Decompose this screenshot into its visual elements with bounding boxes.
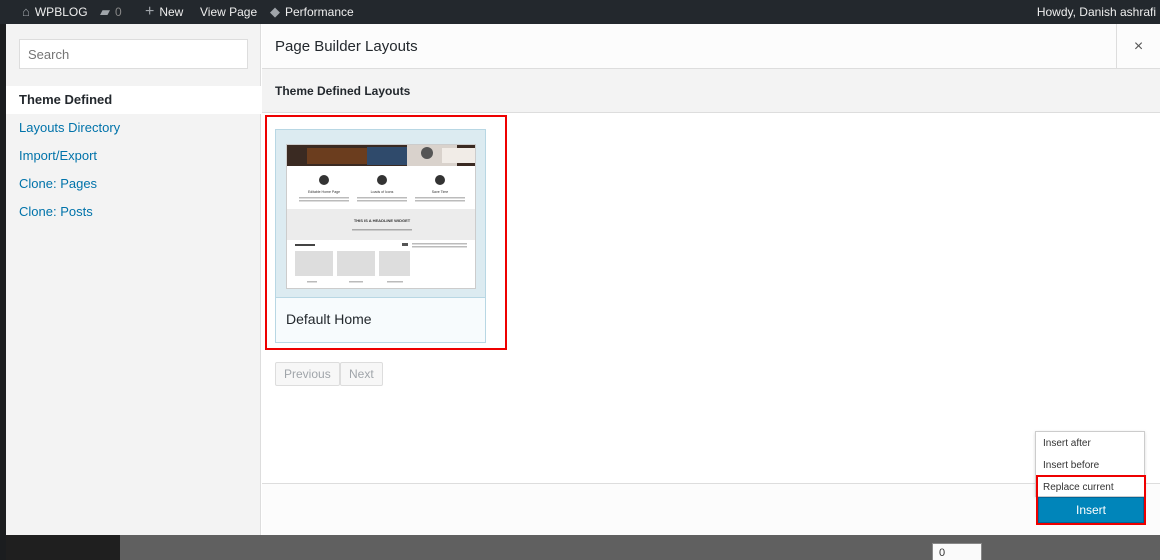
modal-footer [262,483,1160,535]
section-header: Theme Defined Layouts [262,69,1160,113]
layout-card-default-home[interactable]: Editable Home Page Loads of Icons Save T… [275,129,486,343]
thumbnail-col-title: Loads of Icons [371,190,394,194]
modal-header: Page Builder Layouts × [262,24,1160,69]
home-icon: ⌂ [22,4,30,19]
plus-icon: + [145,3,155,20]
thumbnail-preview: Editable Home Page Loads of Icons Save T… [286,144,476,289]
modal-title: Page Builder Layouts [275,38,418,55]
comment-icon: ▰ [100,4,110,19]
thumbnail-headline: THIS IS A HEADLINE WIDGET [354,218,411,223]
sidebar-nav: Theme Defined Layouts Directory Import/E… [6,86,261,226]
account-menu[interactable]: Howdy, Danish ashrafi [1037,0,1156,24]
sidebar-item-import-export[interactable]: Import/Export [6,142,261,170]
search-input[interactable] [19,39,248,69]
close-button[interactable]: × [1116,24,1160,69]
close-icon: × [1133,38,1144,55]
menu-item-insert-after[interactable]: Insert after [1036,434,1144,454]
previous-button[interactable]: Previous [275,362,340,386]
new-label: New [159,5,184,19]
layouts-modal: Theme Defined Layouts Directory Import/E… [6,24,1160,535]
performance-label: Performance [285,5,354,19]
sidebar-item-clone-posts[interactable]: Clone: Posts [6,198,261,226]
greeting: Howdy, Danish ashrafi [1036,5,1156,19]
modal-sidebar: Theme Defined Layouts Directory Import/E… [6,24,261,535]
sidebar-item-clone-pages[interactable]: Clone: Pages [6,170,261,198]
site-name: WPBLOG [34,5,88,19]
thumbnail-col-title: Editable Home Page [308,190,340,194]
comments-count: 0 [115,5,122,19]
site-link[interactable]: ⌂ WPBLOG [22,0,88,24]
admin-bar: ⌂ WPBLOG ▰ 0 + New View Page ◆ Performan… [0,0,1160,24]
sidebar-item-theme-defined[interactable]: Theme Defined [6,86,261,114]
view-page-label: View Page [200,5,258,19]
background-number-field[interactable]: 0 [932,543,982,560]
section-title: Theme Defined Layouts [275,84,411,98]
next-button[interactable]: Next [340,362,383,386]
performance-link[interactable]: ◆ Performance [270,0,354,24]
performance-icon: ◆ [270,4,280,19]
comments-link[interactable]: ▰ 0 [100,0,122,24]
layout-name: Default Home [286,311,372,327]
new-link[interactable]: + New [145,0,183,24]
insert-button[interactable]: Insert [1038,497,1144,523]
background-editor: 0 [120,535,1160,560]
layout-thumbnail: Editable Home Page Loads of Icons Save T… [276,130,485,298]
sidebar-item-layouts-directory[interactable]: Layouts Directory [6,114,261,142]
view-page-link[interactable]: View Page [200,0,257,24]
thumbnail-image: Editable Home Page Loads of Icons Save T… [287,145,475,283]
menu-item-insert-before[interactable]: Insert before [1036,456,1144,476]
thumbnail-col-title: Save Time [432,190,449,194]
